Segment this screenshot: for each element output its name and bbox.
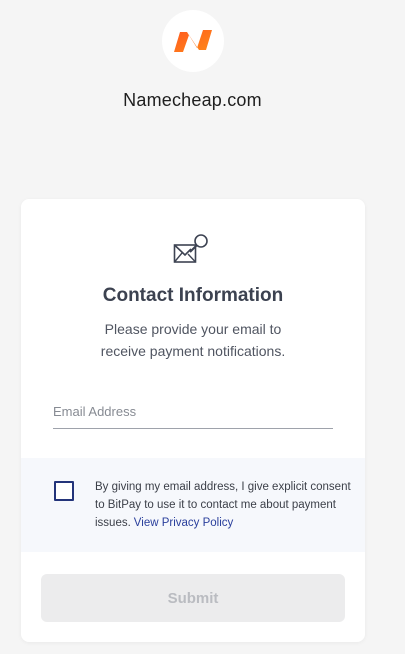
card-subtitle: Please provide your email to receive pay… [100,321,286,359]
merchant-logo [162,10,224,72]
merchant-name: Namecheap.com [123,90,262,110]
privacy-policy-link[interactable]: View Privacy Policy [134,517,234,529]
email-field[interactable] [53,395,333,429]
consent-checkbox[interactable] [54,481,74,501]
consent-box: By giving my email address, I give expli… [21,458,365,552]
card-title: Contact Information [102,285,284,306]
contact-card: Contact Information Please provide your … [21,199,365,642]
email-search-icon [173,234,208,263]
consent-text: By giving my email address, I give expli… [95,478,353,532]
submit-button[interactable]: Submit [41,574,345,622]
namecheap-logo-icon [174,30,212,52]
